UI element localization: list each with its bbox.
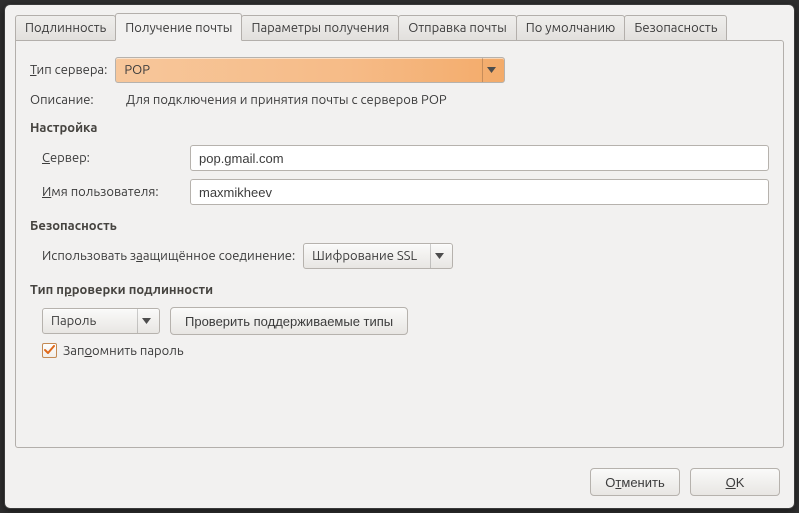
remember-password-checkbox[interactable] bbox=[42, 343, 57, 358]
tab-receive-params[interactable]: Параметры получения bbox=[241, 15, 399, 41]
server-type-value: POP bbox=[124, 63, 476, 77]
tab-label: Подлинность bbox=[25, 21, 106, 35]
dialog-window: Подлинность Получение почты Параметры по… bbox=[4, 4, 795, 509]
tab-label: По умолчанию bbox=[526, 21, 616, 35]
dropdown-icon bbox=[137, 309, 155, 333]
description-row: Описание: Для подключения и принятия поч… bbox=[30, 93, 769, 107]
cancel-button[interactable]: Отменить bbox=[590, 468, 680, 496]
tab-label: Безопасность bbox=[634, 21, 717, 35]
check-supported-types-button[interactable]: Проверить поддерживаемые типы bbox=[170, 307, 408, 335]
tab-label: Отправка почты bbox=[408, 21, 506, 35]
secure-connection-value: Шифрование SSL bbox=[312, 249, 424, 263]
description-value: Для подключения и принятия почты с серве… bbox=[126, 93, 447, 107]
tab-label: Получение почты bbox=[125, 21, 232, 35]
tab-defaults[interactable]: По умолчанию bbox=[516, 15, 626, 41]
section-settings-title: Настройка bbox=[30, 121, 769, 135]
remember-password-row[interactable]: Запоомнить пароль bbox=[42, 343, 769, 358]
server-type-row: Тип сервера: POP bbox=[30, 57, 769, 83]
tab-authenticity[interactable]: Подлинность bbox=[15, 15, 116, 41]
tab-label: Параметры получения bbox=[251, 21, 389, 35]
server-type-combo[interactable]: POP bbox=[115, 57, 505, 83]
dropdown-icon bbox=[430, 244, 448, 268]
tab-security[interactable]: Безопасность bbox=[624, 15, 727, 41]
description-label: Описание: bbox=[30, 93, 118, 107]
secure-connection-row: Использовать заащищённое соединение: Шиф… bbox=[42, 243, 769, 269]
username-input[interactable] bbox=[190, 179, 769, 205]
auth-type-combo[interactable]: Пароль bbox=[42, 308, 160, 334]
tab-panel: Тип сервера: POP Описание: Для подключен… bbox=[15, 40, 784, 448]
server-host-row: Сервер: bbox=[42, 145, 769, 171]
tabs-bar: Подлинность Получение почты Параметры по… bbox=[15, 13, 784, 41]
check-icon bbox=[44, 345, 55, 356]
auth-type-value: Пароль bbox=[51, 314, 131, 328]
tab-receive-mail[interactable]: Получение почты bbox=[115, 13, 242, 41]
server-host-input[interactable] bbox=[190, 145, 769, 171]
server-host-label: Сервер: bbox=[42, 151, 182, 165]
username-label: Имя пользователя: bbox=[42, 185, 182, 199]
server-type-label: Тип сервера: bbox=[30, 63, 107, 77]
dropdown-icon bbox=[482, 58, 500, 82]
username-row: Имя пользователя: bbox=[42, 179, 769, 205]
secure-connection-combo[interactable]: Шифрование SSL bbox=[303, 243, 453, 269]
ok-button[interactable]: OK bbox=[690, 468, 780, 496]
tab-send-mail[interactable]: Отправка почты bbox=[398, 15, 516, 41]
section-auth-title: Тип прроверки подлинности bbox=[30, 283, 769, 297]
auth-type-row: Пароль Проверить поддерживаемые типы bbox=[42, 307, 769, 335]
remember-password-label: Запоомнить пароль bbox=[63, 344, 184, 358]
secure-connection-label: Использовать заащищённое соединение: bbox=[42, 249, 295, 263]
dialog-footer: Отменить OK bbox=[590, 468, 780, 496]
section-security-title: Безопасность bbox=[30, 219, 769, 233]
